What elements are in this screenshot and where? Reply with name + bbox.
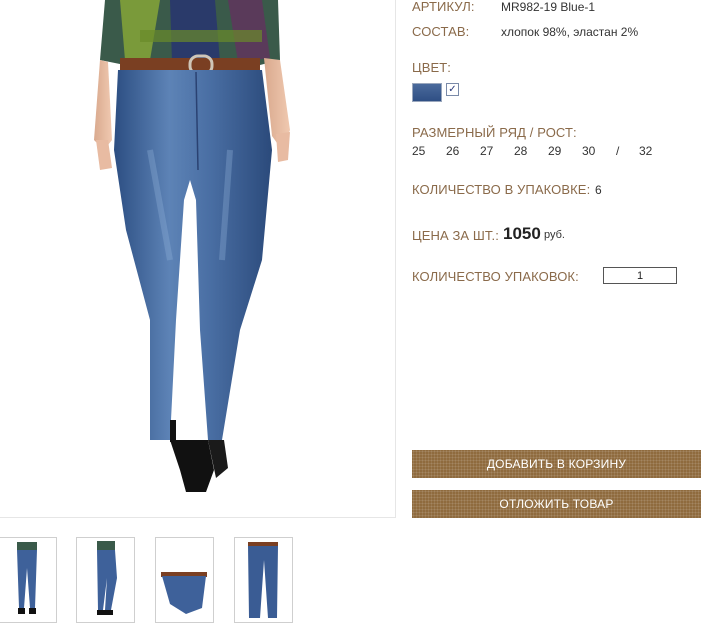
thumbnail-waist-image — [161, 572, 207, 614]
composition-value: хлопок 98%, эластан 2% — [501, 25, 639, 39]
color-swatch-blue[interactable] — [412, 83, 442, 102]
composition-label: СОСТАВ: — [412, 24, 470, 39]
size-item: 26 — [446, 144, 460, 158]
color-label: ЦВЕТ: — [412, 60, 452, 75]
size-item: 25 — [412, 144, 426, 158]
price-value: 1050 — [503, 224, 541, 243]
article-label: АРТИКУЛ: — [412, 0, 475, 14]
pack-quantity-label: КОЛИЧЕСТВО В УПАКОВКЕ: — [412, 182, 591, 197]
thumbnail-flat[interactable] — [234, 537, 293, 623]
size-item: 29 — [548, 144, 562, 158]
price-label: ЦЕНА ЗА ШТ.: — [412, 228, 499, 243]
size-item: 27 — [480, 144, 494, 158]
main-product-image[interactable] — [0, 0, 396, 518]
checkmark-icon: ✓ — [448, 84, 457, 95]
size-item: 30 — [582, 144, 596, 158]
thumbnail-side-image — [97, 541, 117, 615]
size-separator: / — [616, 144, 620, 158]
sizes-label: РАЗМЕРНЫЙ РЯД / РОСТ: — [412, 125, 577, 140]
color-checkbox[interactable]: ✓ — [446, 83, 459, 96]
packs-quantity-label: КОЛИЧЕСТВО УПАКОВОК: — [412, 269, 579, 284]
thumbnail-front-image — [17, 542, 37, 614]
thumbnail-side[interactable] — [76, 537, 135, 623]
save-item-button[interactable]: ОТЛОЖИТЬ ТОВАР — [412, 490, 701, 518]
jeans-model-illustration — [94, 0, 290, 492]
article-value: MR982-19 Blue-1 — [501, 0, 596, 14]
thumbnail-front[interactable] — [0, 537, 57, 623]
pack-quantity-value: 6 — [595, 183, 602, 197]
thumbnail-flat-image — [248, 542, 278, 618]
size-item: 32 — [639, 144, 653, 158]
add-to-cart-button[interactable]: ДОБАВИТЬ В КОРЗИНУ — [412, 450, 701, 478]
price-currency: руб. — [544, 229, 565, 241]
size-item: 28 — [514, 144, 528, 158]
packs-quantity-input[interactable] — [603, 267, 677, 284]
thumbnail-waist-detail[interactable] — [155, 537, 214, 623]
